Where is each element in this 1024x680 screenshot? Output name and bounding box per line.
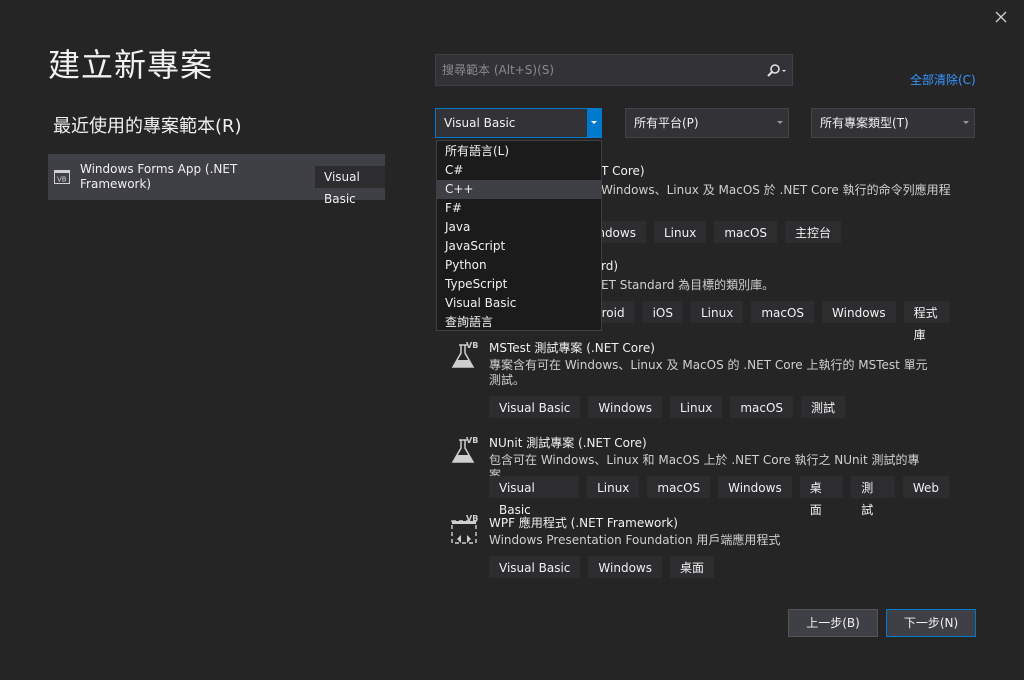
template-name: NUnit 測試專案 (.NET Core) <box>489 436 647 450</box>
template-tag: macOS <box>751 301 815 323</box>
next-button[interactable]: 下一步(N) <box>886 609 976 637</box>
svg-text:VB: VB <box>466 436 478 445</box>
template-name: WPF 應用程式 (.NET Framework) <box>489 516 678 530</box>
recent-template-item[interactable]: VB Windows Forms App (.NET Framework) Vi… <box>48 154 385 206</box>
template-tag: macOS <box>647 476 711 498</box>
vb-test-flask-icon: VB <box>451 436 478 463</box>
svg-text:VB: VB <box>466 514 478 523</box>
template-tag: 程式庫 <box>903 301 949 342</box>
language-option-java[interactable]: Java <box>437 218 601 237</box>
template-tag: Windows <box>718 476 792 498</box>
template-tag: macOS <box>714 221 778 243</box>
template-name: rd) <box>601 259 619 273</box>
template-tag: Linux <box>653 221 707 243</box>
vb-winforms-icon: VB <box>54 170 70 184</box>
language-option-python[interactable]: Python <box>437 256 601 275</box>
language-filter-dropdown[interactable]: Visual Basic <box>435 108 602 138</box>
chevron-down-icon <box>587 108 602 138</box>
template-description: Windows、Linux 及 MacOS 於 .NET Core 執行的命令列… <box>601 183 951 197</box>
back-button[interactable]: 上一步(B) <box>788 609 878 637</box>
language-option-visual-basic[interactable]: Visual Basic <box>437 294 601 313</box>
template-tag: 主控台 <box>785 221 842 243</box>
language-option-fsharp[interactable]: F# <box>437 199 601 218</box>
template-tag: Windows <box>588 396 662 418</box>
template-tag: 桌面 <box>799 476 844 517</box>
chevron-down-icon <box>777 121 783 124</box>
template-tag: Linux <box>691 301 744 323</box>
project-type-filter-dropdown[interactable]: 所有專案類型(T) <box>811 108 975 138</box>
svg-text:VB: VB <box>466 341 478 350</box>
svg-text:VB: VB <box>57 176 67 184</box>
template-name: T Core) <box>601 164 645 178</box>
search-input[interactable] <box>442 55 752 85</box>
template-tag: Visual Basic <box>489 476 580 517</box>
template-tag: iOS <box>642 301 683 323</box>
close-button[interactable] <box>990 6 1012 28</box>
language-filter-value: Visual Basic <box>444 116 516 130</box>
language-option-csharp[interactable]: C# <box>437 161 601 180</box>
template-item[interactable]: VB WPF 應用程式 (.NET Framework) Windows Pre… <box>449 514 949 580</box>
vb-test-flask-icon: VB <box>451 341 478 368</box>
template-item[interactable]: VB MSTest 測試專案 (.NET Core) 專案含有可在 Window… <box>449 339 949 419</box>
platform-filter-dropdown[interactable]: 所有平台(P) <box>625 108 789 138</box>
template-tag: Linux <box>587 476 640 498</box>
template-tag: Windows <box>822 301 896 323</box>
template-search-box[interactable] <box>435 54 793 86</box>
clear-all-link[interactable]: 全部清除(C) <box>910 71 976 88</box>
template-tag: Visual Basic <box>489 396 581 418</box>
template-tag: 測試 <box>801 396 846 418</box>
search-icon <box>767 64 786 77</box>
recent-template-language-tag: Visual Basic <box>315 166 385 206</box>
project-type-filter-value: 所有專案類型(T) <box>820 116 909 130</box>
language-option-all[interactable]: 所有語言(L) <box>437 142 601 161</box>
vb-wpf-app-icon: VB <box>451 514 478 544</box>
recent-template-name: Windows Forms App (.NET Framework) <box>80 162 238 191</box>
template-description: 專案含有可在 Windows、Linux 及 MacOS 的 .NET Core… <box>489 358 928 387</box>
page-title: 建立新專案 <box>48 46 214 84</box>
language-option-typescript[interactable]: TypeScript <box>437 275 601 294</box>
language-option-cpp[interactable]: C++ <box>437 180 601 199</box>
language-options-list[interactable]: 所有語言(L) C# C++ F# Java JavaScript Python… <box>436 140 602 331</box>
close-icon <box>995 11 1007 23</box>
recent-templates-heading: 最近使用的專案範本(R) <box>53 116 242 137</box>
platform-filter-value: 所有平台(P) <box>634 116 699 130</box>
template-description: Windows Presentation Foundation 用戶端應用程式 <box>489 533 781 547</box>
template-tag: Web <box>902 476 949 498</box>
template-tag: Visual Basic <box>489 556 581 578</box>
chevron-down-icon <box>963 121 969 124</box>
template-name: MSTest 測試專案 (.NET Core) <box>489 341 655 355</box>
template-tag: Windows <box>588 556 662 578</box>
language-option-javascript[interactable]: JavaScript <box>437 237 601 256</box>
template-tag: Linux <box>670 396 723 418</box>
template-tag: macOS <box>730 396 794 418</box>
template-tag: 測試 <box>851 476 895 517</box>
search-options-button[interactable] <box>766 63 788 79</box>
template-description: ET Standard 為目標的類別庫。 <box>601 278 775 292</box>
template-tag: 桌面 <box>670 556 715 578</box>
template-item[interactable]: VB NUnit 測試專案 (.NET Core) 包含可在 Windows、L… <box>449 434 949 517</box>
language-option-query[interactable]: 查詢語言 <box>437 313 601 332</box>
